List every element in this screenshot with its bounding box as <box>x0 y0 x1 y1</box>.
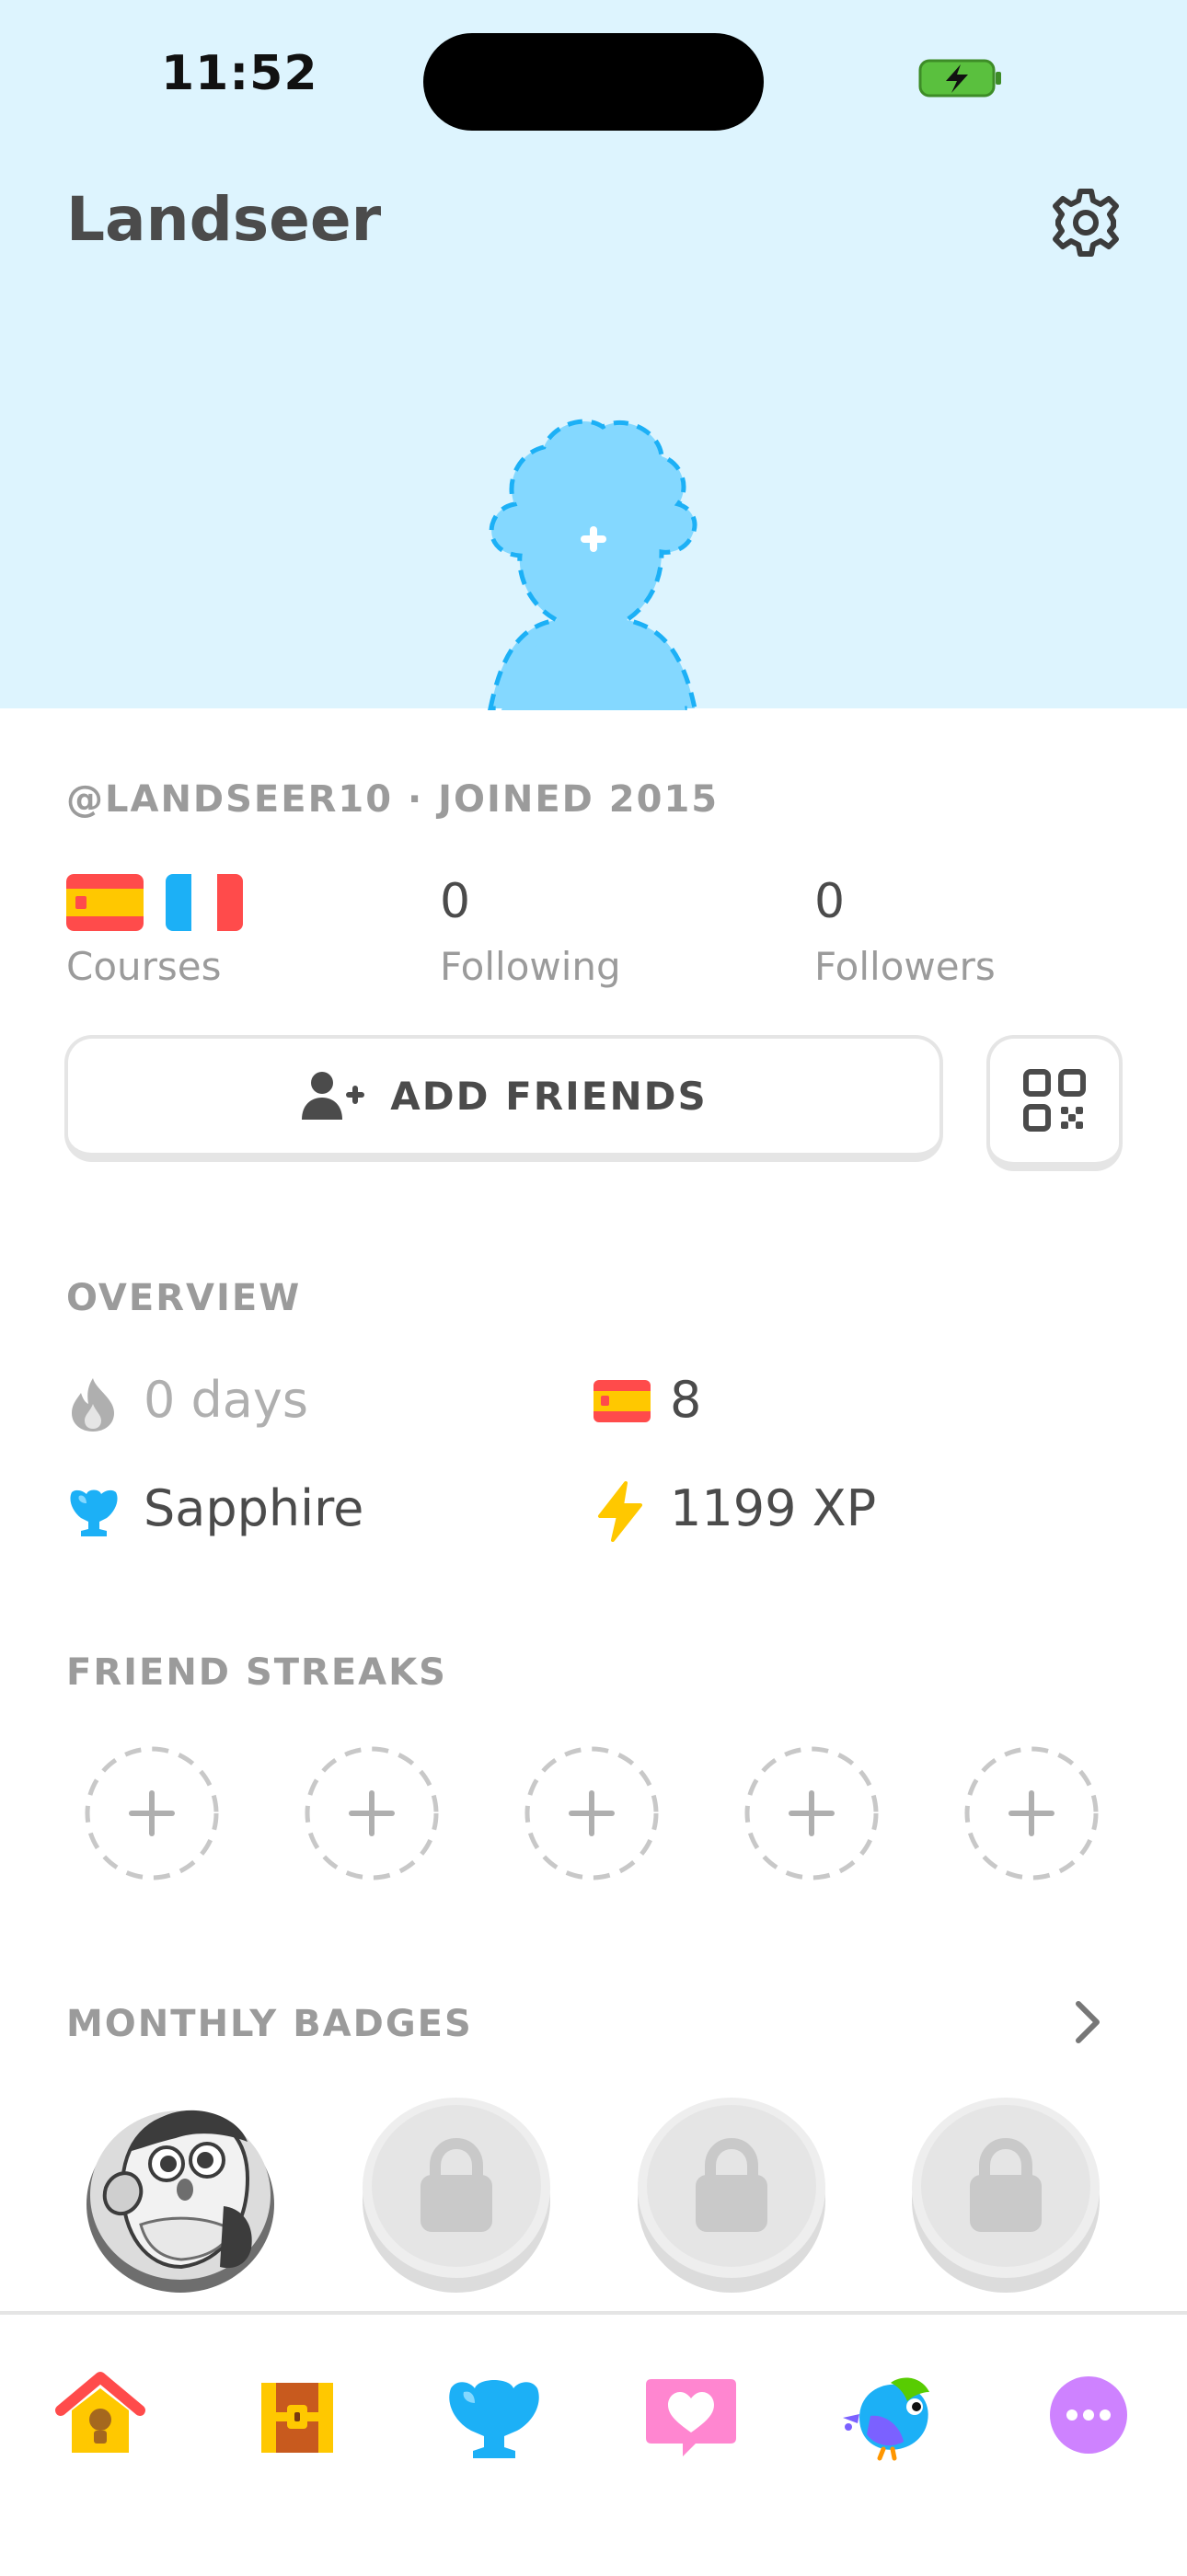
spain-flag-icon <box>594 1380 651 1422</box>
league-name: Sapphire <box>144 1479 364 1537</box>
monthly-badge-earned[interactable] <box>86 2087 275 2294</box>
spain-flag-icon <box>66 874 144 931</box>
lightning-icon <box>598 1481 642 1542</box>
courses-label: Courses <box>66 944 222 989</box>
add-friends-label: ADD FRIENDS <box>390 1073 708 1119</box>
add-person-icon <box>302 1072 365 1120</box>
following-count[interactable]: 0 <box>440 874 470 929</box>
add-friend-streak-button[interactable] <box>964 1746 1099 1880</box>
qr-code-button[interactable] <box>986 1035 1123 1171</box>
status-time: 11:52 <box>161 46 318 101</box>
chevron-right-icon[interactable] <box>1069 1998 1106 2046</box>
add-friend-streak-button[interactable] <box>85 1746 219 1880</box>
followers-label[interactable]: Followers <box>814 944 996 989</box>
streak-days: 0 days <box>144 1371 308 1429</box>
leaderboard-icon[interactable] <box>444 2364 545 2466</box>
following-label[interactable]: Following <box>440 944 621 989</box>
qr-code-icon <box>1023 1069 1086 1132</box>
bird-icon[interactable] <box>839 2364 940 2466</box>
home-icon[interactable] <box>50 2364 151 2466</box>
heart-message-icon[interactable] <box>640 2364 742 2466</box>
add-friends-button[interactable]: ADD FRIENDS <box>64 1035 943 1162</box>
sapphire-league-icon <box>70 1489 118 1536</box>
more-icon[interactable] <box>1038 2364 1139 2466</box>
monthly-badge-locked[interactable] <box>362 2087 551 2294</box>
profile-name: Landseer <box>66 184 382 255</box>
battery-charging-icon <box>918 59 1001 98</box>
chest-icon[interactable] <box>247 2364 348 2466</box>
overview-title: OVERVIEW <box>66 1277 302 1319</box>
friend-streaks-title: FRIEND STREAKS <box>66 1651 447 1694</box>
france-flag-icon <box>166 874 243 931</box>
add-friend-streak-button[interactable] <box>524 1746 659 1880</box>
flame-icon <box>72 1378 114 1432</box>
monthly-badges-title: MONTHLY BADGES <box>66 2003 473 2045</box>
add-friend-streak-button[interactable] <box>305 1746 439 1880</box>
gear-icon[interactable] <box>1049 186 1123 259</box>
dynamic-island <box>423 33 764 131</box>
username-joined: @LANDSEER10 · JOINED 2015 <box>66 778 720 821</box>
bottom-navigation <box>0 2311 1187 2576</box>
total-xp: 1199 XP <box>670 1479 877 1537</box>
monthly-badge-locked[interactable] <box>911 2087 1101 2294</box>
avatar-placeholder[interactable] <box>465 379 722 710</box>
monthly-badge-locked[interactable] <box>637 2087 826 2294</box>
course-count: 8 <box>670 1371 702 1429</box>
followers-count[interactable]: 0 <box>814 874 845 929</box>
add-friend-streak-button[interactable] <box>744 1746 879 1880</box>
